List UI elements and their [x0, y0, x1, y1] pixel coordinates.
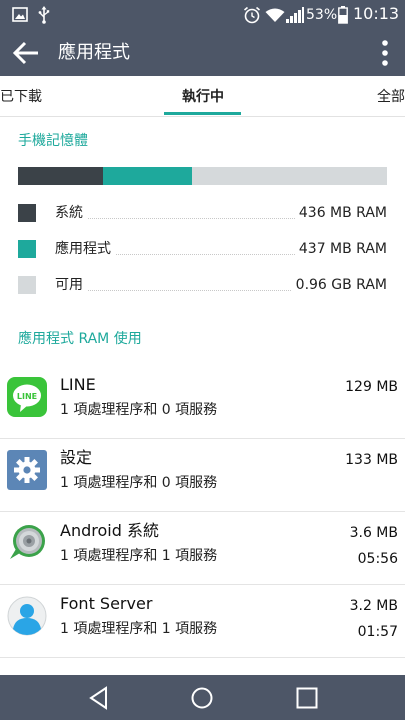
app-ram-section-title: 應用程式 RAM 使用	[18, 331, 142, 347]
app-run-time: 05:56	[357, 551, 398, 567]
home-circle-icon[interactable]	[187, 683, 217, 713]
tab-all[interactable]: 全部	[377, 88, 405, 106]
font-server-user-icon	[7, 596, 47, 636]
memory-legend-free: 可用 0.96 GB RAM	[18, 274, 387, 294]
app-ram-size: 133 MB	[345, 452, 398, 468]
memory-usage-bar	[18, 167, 387, 185]
tab-downloaded[interactable]: 已下載	[0, 88, 42, 106]
android-system-icon	[10, 525, 45, 559]
memory-bar-system	[18, 167, 103, 185]
app-ram-size: 3.6 MB	[349, 525, 398, 541]
app-name: Font Server	[60, 594, 153, 613]
wifi-icon	[265, 8, 285, 22]
memory-legend-system: 系統 436 MB RAM	[18, 202, 387, 222]
memory-bar-apps	[103, 167, 192, 185]
memory-legend-label: 系統	[55, 204, 87, 222]
app-process-info: 1 項處理程序和 0 項服務	[60, 475, 218, 491]
memory-legend-apps: 應用程式 437 MB RAM	[18, 238, 387, 258]
memory-legend-label: 應用程式	[55, 240, 115, 258]
memory-bar-free	[192, 167, 387, 185]
app-list-item[interactable]: Android 系統 1 項處理程序和 1 項服務 3.6 MB 05:56	[0, 512, 405, 585]
page-title: 應用程式	[58, 42, 130, 63]
signal-icon	[286, 7, 304, 23]
usb-icon	[38, 6, 50, 24]
settings-gear-icon	[7, 450, 47, 490]
app-name: Android 系統	[60, 521, 159, 540]
navigation-bar	[0, 675, 405, 720]
app-bar: 應用程式	[0, 30, 405, 76]
svg-text:LINE: LINE	[17, 392, 37, 401]
arrow-left-icon[interactable]	[12, 40, 40, 66]
clock: 10:13	[353, 4, 400, 23]
line-app-icon: LINE	[7, 377, 47, 417]
apps-color-swatch	[18, 240, 36, 258]
alarm-icon	[243, 6, 261, 24]
recents-square-icon[interactable]	[292, 683, 322, 713]
app-name: 設定	[60, 448, 93, 467]
memory-section-title: 手機記憶體	[18, 133, 88, 149]
app-ram-size: 129 MB	[345, 379, 398, 395]
more-vert-icon[interactable]	[381, 39, 389, 67]
app-process-info: 1 項處理程序和 1 項服務	[60, 621, 218, 637]
app-list-item[interactable]: LINE LINE 1 項處理程序和 0 項服務 129 MB	[0, 366, 405, 439]
status-bar: 53% 10:13	[0, 0, 405, 30]
memory-legend-value: 437 MB RAM	[294, 240, 387, 258]
image-icon	[12, 7, 28, 22]
memory-legend-value: 0.96 GB RAM	[291, 276, 387, 294]
app-process-info: 1 項處理程序和 1 項服務	[60, 548, 218, 564]
back-triangle-icon[interactable]	[84, 683, 114, 713]
system-color-swatch	[18, 204, 36, 222]
app-name: LINE	[60, 375, 96, 394]
free-color-swatch	[18, 276, 36, 294]
tab-running[interactable]: 執行中	[182, 88, 224, 106]
app-ram-size: 3.2 MB	[349, 598, 398, 614]
memory-legend-label: 可用	[55, 276, 87, 294]
app-list-item[interactable]: Font Server 1 項處理程序和 1 項服務 3.2 MB 01:57	[0, 585, 405, 658]
app-list-item[interactable]: 設定 1 項處理程序和 0 項服務 133 MB	[0, 439, 405, 512]
active-tab-indicator	[164, 112, 241, 115]
battery-percent: 53%	[306, 7, 338, 23]
app-run-time: 01:57	[357, 624, 398, 640]
battery-icon	[338, 6, 348, 24]
tab-bar: 已下載 執行中 全部	[0, 76, 405, 117]
memory-legend-value: 436 MB RAM	[294, 204, 387, 222]
app-process-info: 1 項處理程序和 0 項服務	[60, 402, 218, 418]
